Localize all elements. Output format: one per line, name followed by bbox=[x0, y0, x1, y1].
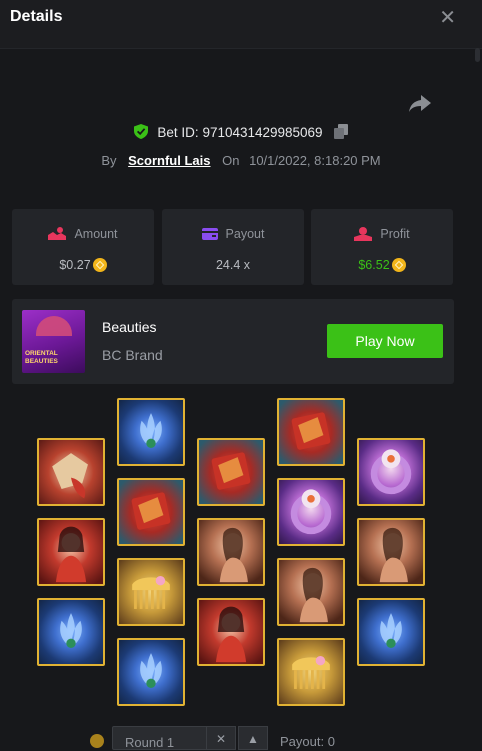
chevron-up-icon[interactable]: ▲ bbox=[238, 726, 268, 750]
by-label: By bbox=[101, 153, 117, 168]
reel-symbol-book bbox=[277, 398, 345, 466]
game-thumbnail-title: ORIENTAL BEAUTIES bbox=[25, 350, 58, 365]
reel-symbol-lotus bbox=[357, 598, 425, 666]
payout-value: 24.4 x bbox=[215, 258, 251, 272]
reel-symbol-lotus bbox=[117, 398, 185, 466]
player-name-link[interactable]: Scornful Lais bbox=[128, 153, 210, 168]
payout-label: Payout bbox=[225, 227, 265, 241]
coin-icon bbox=[92, 258, 107, 272]
shield-icon bbox=[133, 124, 148, 139]
reel-symbol-red bbox=[197, 598, 265, 666]
coin-icon bbox=[391, 258, 406, 272]
reel-symbol-comb bbox=[117, 558, 185, 626]
reel-symbol-lantern bbox=[37, 438, 105, 506]
amount-value: $0.27 bbox=[59, 258, 91, 272]
coin-icon bbox=[90, 734, 104, 748]
game-name: Beauties bbox=[102, 319, 157, 335]
reel-symbol-lady bbox=[357, 518, 425, 586]
bet-id-row: Bet ID: 9710431429985069 bbox=[0, 124, 482, 140]
close-icon[interactable]: ✕ bbox=[439, 5, 456, 30]
reel-symbol-red bbox=[37, 518, 105, 586]
amount-icon bbox=[48, 227, 67, 240]
bet-id-value: 9710431429985069 bbox=[202, 125, 323, 140]
reel-symbol-lady bbox=[277, 558, 345, 626]
reel-symbol-ring bbox=[357, 438, 425, 506]
collapse-icon[interactable]: ✕ bbox=[206, 726, 236, 750]
slot-reels bbox=[0, 395, 482, 725]
reel-symbol-lady bbox=[197, 518, 265, 586]
reel-symbol-book bbox=[197, 438, 265, 506]
payout-card: Payout 24.4 x bbox=[162, 209, 304, 285]
reel-symbol-ring bbox=[277, 478, 345, 546]
profit-icon bbox=[354, 227, 373, 241]
reel-symbol-comb bbox=[277, 638, 345, 706]
game-brand: BC Brand bbox=[102, 347, 163, 363]
profit-label: Profit bbox=[380, 227, 410, 241]
reel-symbol-lotus bbox=[37, 598, 105, 666]
scrollbar[interactable] bbox=[475, 48, 480, 62]
copy-icon[interactable] bbox=[334, 124, 349, 139]
bet-datetime: 10/1/2022, 8:18:20 PM bbox=[249, 153, 381, 168]
profit-value: $6.52 bbox=[358, 258, 390, 272]
round-select[interactable]: Round 1 bbox=[112, 726, 208, 750]
play-now-button[interactable]: Play Now bbox=[327, 324, 443, 358]
details-header: Details ✕ bbox=[0, 0, 482, 49]
amount-label: Amount bbox=[74, 227, 118, 241]
bet-id-label: Bet ID: bbox=[157, 125, 199, 140]
fan-icon bbox=[36, 316, 72, 336]
bet-byline: By Scornful Lais On 10/1/2022, 8:18:20 P… bbox=[0, 153, 482, 168]
reel-symbol-lotus bbox=[117, 638, 185, 706]
share-icon[interactable] bbox=[408, 93, 432, 113]
profit-card: Profit $6.52 bbox=[311, 209, 453, 285]
wallet-icon bbox=[201, 228, 218, 240]
round-controls: Round 1 ✕ ▲ Payout: 0 bbox=[0, 722, 482, 750]
game-thumbnail[interactable]: ORIENTAL BEAUTIES bbox=[22, 310, 85, 373]
amount-card: Amount $0.27 bbox=[12, 209, 154, 285]
game-card: ORIENTAL BEAUTIES Beauties BC Brand Play… bbox=[12, 299, 454, 384]
on-label: On bbox=[222, 153, 240, 168]
reel-symbol-book bbox=[117, 478, 185, 546]
round-payout: Payout: 0 bbox=[280, 734, 335, 749]
page-title: Details bbox=[10, 8, 63, 25]
